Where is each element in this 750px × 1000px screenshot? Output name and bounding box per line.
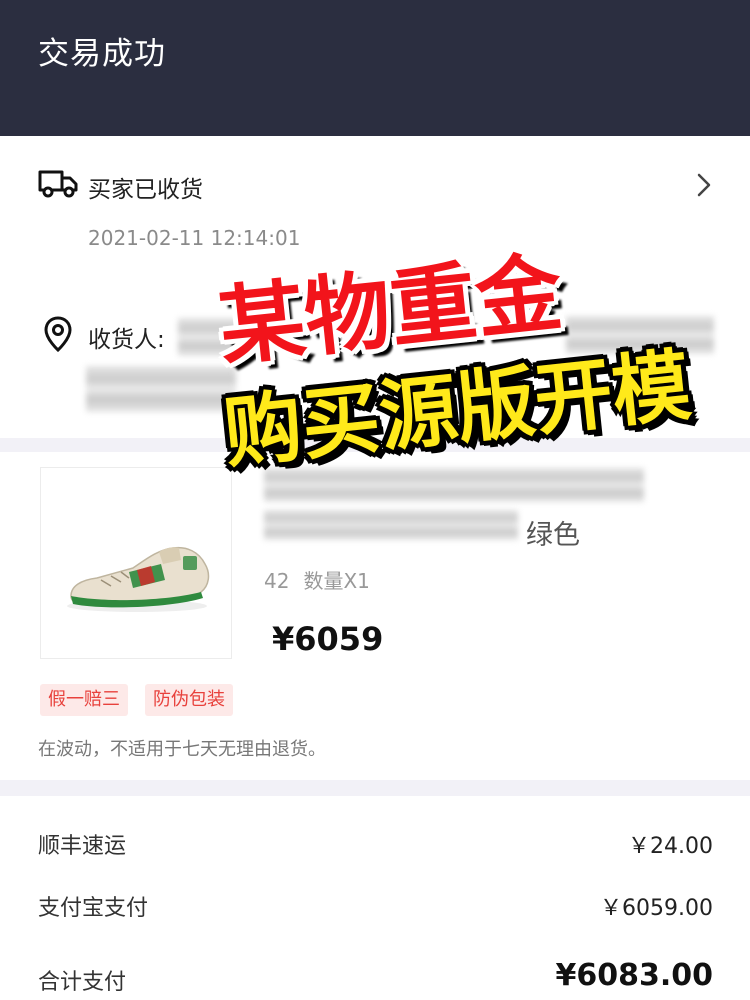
total-label: 合计支付 <box>38 970 127 995</box>
logistics-status: 买家已收货 <box>88 177 203 203</box>
product-size: 42 <box>264 569 290 593</box>
product-image[interactable] <box>40 467 232 659</box>
redacted-address <box>86 366 236 412</box>
payment-row-shipping: 顺丰速运 ￥24.00 <box>38 822 713 862</box>
tag-fake-compensation: 假一赔三 <box>40 684 128 716</box>
tag-anti-counterfeit: 防伪包装 <box>145 684 233 716</box>
alipay-value: ￥6059.00 <box>600 896 713 921</box>
logistics-timestamp: 2021-02-11 12:14:01 <box>88 226 301 250</box>
payment-row-alipay: 支付宝支付 ￥6059.00 <box>38 884 713 924</box>
sneaker-image <box>67 546 210 612</box>
product-price: ¥6059 <box>272 620 384 658</box>
redacted-product-title-2 <box>264 510 518 540</box>
location-pin-icon <box>44 316 72 352</box>
page-title: 交易成功 <box>38 36 166 72</box>
truck-icon <box>38 170 78 198</box>
product-quantity: 数量X1 <box>303 569 370 593</box>
total-value: ¥6083.00 <box>555 958 713 993</box>
shipping-value: ￥24.00 <box>628 834 713 859</box>
payment-row-total: 合计支付 ¥6083.00 <box>38 958 713 998</box>
chevron-right-icon[interactable] <box>696 172 712 198</box>
product-spec: 42 数量X1 <box>264 565 370 594</box>
shipping-label: 顺丰速运 <box>38 834 127 859</box>
receiver-label: 收货人: <box>88 327 165 353</box>
alipay-label: 支付宝支付 <box>38 896 149 921</box>
return-policy-notice: 在波动，不适用于七天无理由退货。 <box>38 739 326 760</box>
page-header: 交易成功 <box>0 0 750 136</box>
product-color: 绿色 <box>526 520 580 551</box>
